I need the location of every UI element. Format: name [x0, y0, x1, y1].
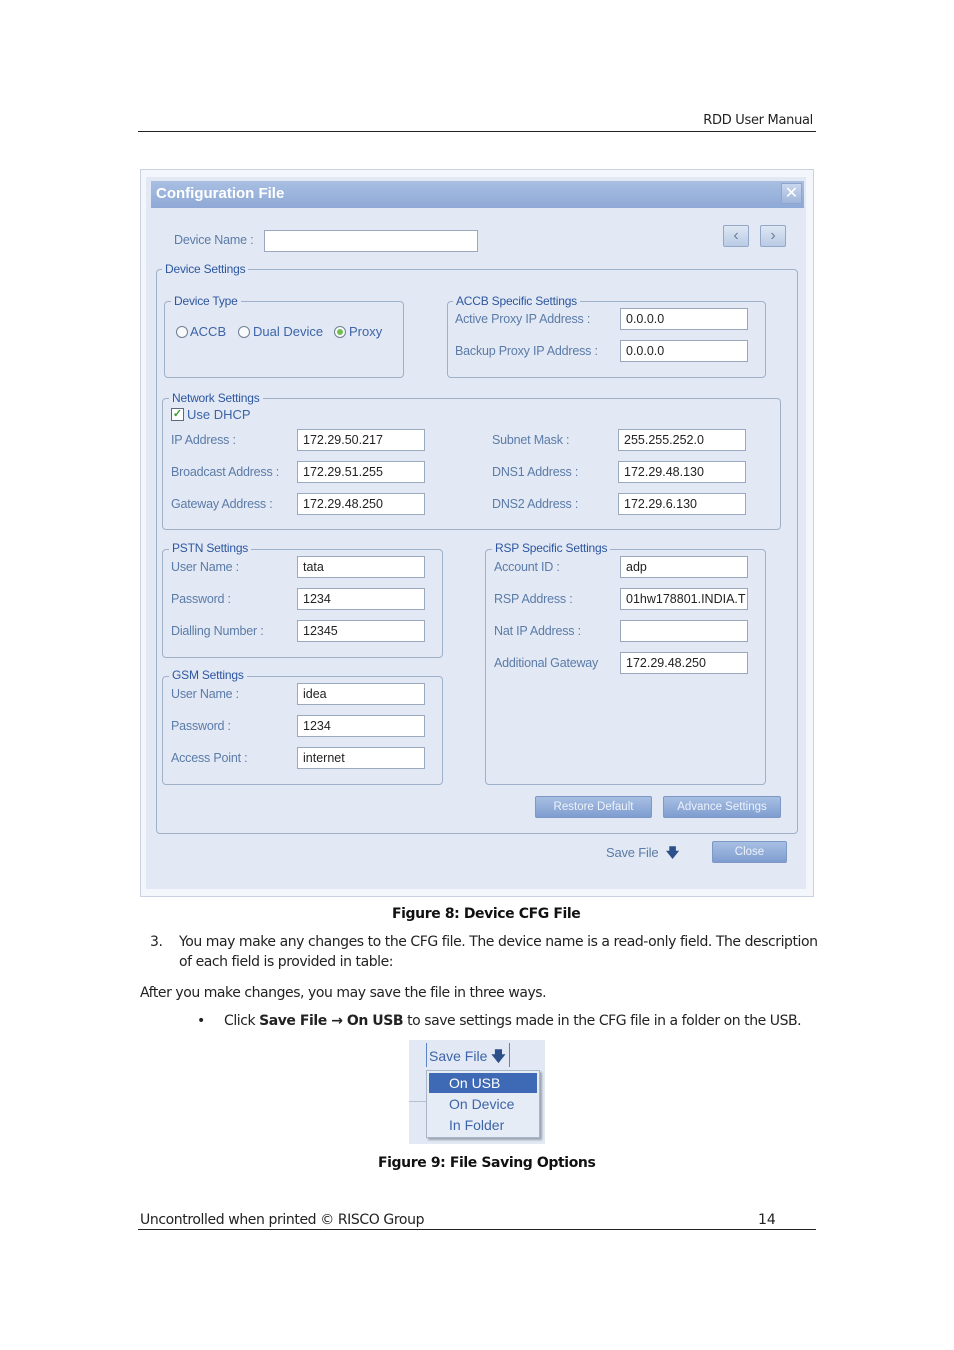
bullet-prefix: Click: [224, 1013, 260, 1029]
chevron-right-icon[interactable]: ›: [760, 225, 786, 247]
header-rule: [138, 131, 816, 132]
dialling-number-input[interactable]: 12345: [297, 620, 425, 642]
device-name-input[interactable]: [264, 230, 478, 252]
save-paragraph: After you make changes, you may save the…: [140, 985, 547, 1001]
figure8-caption: Figure 8: Device CFG File: [392, 906, 581, 922]
use-dhcp-label: Use DHCP: [187, 407, 251, 422]
dns2-address-label: DNS2 Address :: [492, 497, 579, 511]
account-id-label: Account ID :: [494, 560, 560, 574]
accb-settings-legend: ACCB Specific Settings: [453, 294, 580, 308]
active-proxy-input[interactable]: 0.0.0.0: [620, 308, 748, 330]
save-file-button[interactable]: Save File 🡇: [606, 844, 679, 866]
pstn-user-name-label: User Name :: [171, 560, 239, 574]
radio-proxy-label: Proxy: [349, 324, 383, 339]
account-id-input[interactable]: adp: [620, 556, 748, 578]
gsm-user-name-input[interactable]: idea: [297, 683, 425, 705]
access-point-label: Access Point :: [171, 751, 248, 765]
additional-gateway-label: Additional Gateway: [494, 656, 599, 670]
radio-dual-device[interactable]: [238, 326, 250, 338]
bullet-on-usb: On USB: [346, 1013, 404, 1029]
figure9-caption: Figure 9: File Saving Options: [378, 1155, 596, 1171]
subnet-mask-label: Subnet Mask :: [492, 433, 570, 447]
arrow-down-icon: 🡇: [665, 845, 680, 860]
footer-copyright: Uncontrolled when printed © RISCO Group: [140, 1212, 425, 1228]
device-type-legend: Device Type: [171, 294, 241, 308]
access-point-input[interactable]: internet: [297, 747, 425, 769]
bullet-suffix: to save settings made in the CFG file in…: [403, 1013, 802, 1029]
pstn-password-label: Password :: [171, 592, 231, 606]
additional-gateway-input[interactable]: 172.29.48.250: [620, 652, 748, 674]
arrow-down-icon: 🡇: [491, 1048, 506, 1064]
active-proxy-label: Active Proxy IP Address :: [455, 312, 591, 326]
use-dhcp-checkbox[interactable]: ✓: [171, 408, 184, 421]
radio-dual-device-label: Dual Device: [253, 324, 324, 339]
broadcast-address-input[interactable]: 172.29.51.255: [297, 461, 425, 483]
rsp-address-input[interactable]: 01hw178801.INDIA.T: [620, 588, 748, 610]
step-text-line1: You may make any changes to the CFG file…: [179, 934, 818, 950]
restore-default-button[interactable]: Restore Default: [535, 796, 652, 818]
radio-proxy[interactable]: [334, 326, 346, 338]
gateway-address-label: Gateway Address :: [171, 497, 273, 511]
device-settings-legend: Device Settings: [162, 262, 249, 276]
gateway-address-input[interactable]: 172.29.48.250: [297, 493, 425, 515]
ip-address-label: IP Address :: [171, 433, 236, 447]
dns1-address-label: DNS1 Address :: [492, 465, 579, 479]
bullet-arrow: →: [326, 1013, 347, 1029]
backup-proxy-label: Backup Proxy IP Address :: [455, 344, 598, 358]
gsm-settings-legend: GSM Settings: [169, 668, 247, 682]
nat-ip-address-input[interactable]: [620, 620, 748, 642]
ip-address-input[interactable]: 172.29.50.217: [297, 429, 425, 451]
dialling-number-label: Dialling Number :: [171, 624, 264, 638]
nat-ip-address-label: Nat IP Address :: [494, 624, 581, 638]
radio-accb[interactable]: [176, 326, 188, 338]
bullet-text: Click Save File → On USB to save setting…: [224, 1013, 802, 1029]
dialog-title: Configuration File: [156, 185, 285, 202]
gsm-password-label: Password :: [171, 719, 231, 733]
gsm-password-input[interactable]: 1234: [297, 715, 425, 737]
radio-accb-label: ACCB: [190, 324, 227, 339]
figure9-divider: [409, 1101, 427, 1102]
pstn-settings-legend: PSTN Settings: [169, 541, 252, 555]
device-type-group: [164, 301, 404, 378]
page-header-title: RDD User Manual: [703, 113, 813, 128]
step-text-line2: of each field is provided in table:: [179, 954, 393, 970]
bullet-save-file: Save File: [259, 1013, 327, 1029]
bullet-dot: •: [197, 1013, 205, 1029]
footer-rule: [138, 1229, 816, 1230]
figure9-save-file: Save File 🡇: [429, 1046, 506, 1070]
menu-item-on-usb[interactable]: On USB: [429, 1073, 537, 1093]
subnet-mask-input[interactable]: 255.255.252.0: [618, 429, 746, 451]
broadcast-address-label: Broadcast Address :: [171, 465, 280, 479]
network-settings-legend: Network Settings: [169, 391, 263, 405]
rsp-settings-legend: RSP Specific Settings: [492, 541, 611, 555]
gsm-user-name-label: User Name :: [171, 687, 239, 701]
close-button[interactable]: Close: [712, 841, 787, 863]
advance-settings-button[interactable]: Advance Settings: [663, 796, 781, 818]
close-icon[interactable]: ✕: [781, 183, 802, 204]
device-name-label: Device Name :: [174, 233, 254, 247]
figure9-save-file-label: Save File: [429, 1048, 488, 1064]
page-number: 14: [758, 1212, 776, 1228]
pstn-user-name-input[interactable]: tata: [297, 556, 425, 578]
step-number: 3.: [150, 934, 163, 950]
menu-item-in-folder[interactable]: In Folder: [429, 1115, 537, 1135]
backup-proxy-input[interactable]: 0.0.0.0: [620, 340, 748, 362]
chevron-left-icon[interactable]: ‹: [723, 225, 749, 247]
dns2-address-input[interactable]: 172.29.6.130: [618, 493, 746, 515]
menu-item-on-device[interactable]: On Device: [429, 1094, 537, 1114]
dns1-address-input[interactable]: 172.29.48.130: [618, 461, 746, 483]
save-file-label: Save File: [606, 845, 659, 860]
rsp-address-label: RSP Address :: [494, 592, 573, 606]
pstn-password-input[interactable]: 1234: [297, 588, 425, 610]
